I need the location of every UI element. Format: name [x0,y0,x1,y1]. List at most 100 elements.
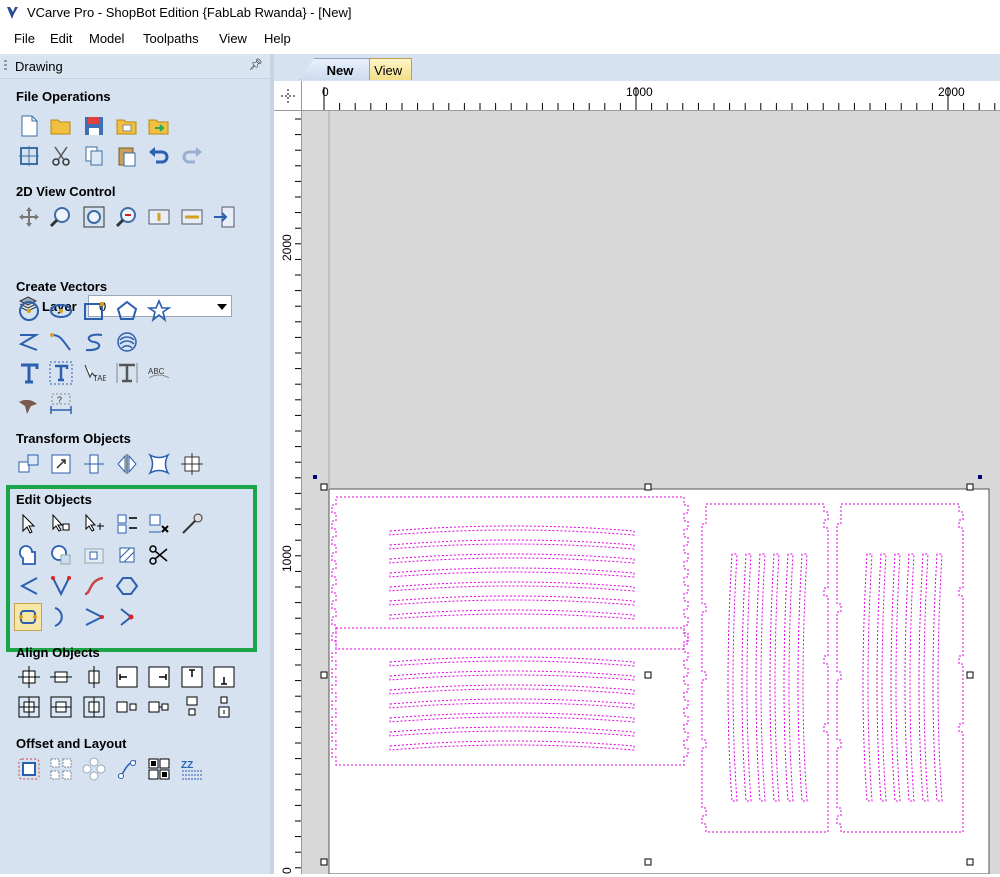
menu-model[interactable]: Model [89,31,124,46]
copy-icon[interactable] [82,144,106,168]
cut-icon[interactable] [49,144,73,168]
text-on-curve-icon[interactable]: TAB [82,361,106,385]
weld-icon[interactable] [17,543,41,567]
save-icon[interactable] [82,114,106,138]
trim-vector-icon[interactable] [115,605,139,629]
align-top-icon[interactable] [180,665,204,689]
center-vertical-material-icon[interactable] [82,695,106,719]
align-left-icon[interactable] [115,665,139,689]
view-left-icon[interactable] [147,205,171,229]
center-in-material-icon[interactable] [17,695,41,719]
scale-icon[interactable] [49,452,73,476]
svg-text:TAB: TAB [93,374,106,383]
draw-bird-icon[interactable] [17,392,41,416]
zoom-icon[interactable] [49,205,73,229]
ruler-origin-icon[interactable] [274,81,302,111]
tab-new[interactable]: New [300,58,370,80]
curve-fit-icon[interactable] [82,574,106,598]
align-horizontal-center-icon[interactable] [49,665,73,689]
align-bottom-icon[interactable] [212,665,236,689]
menu-edit[interactable]: Edit [50,31,72,46]
interactive-transform-icon[interactable] [82,512,106,536]
distribute-left-icon[interactable] [115,695,139,719]
distort-icon[interactable] [147,452,171,476]
chamfer-icon[interactable] [49,574,73,598]
new-file-icon[interactable] [17,114,41,138]
align-center-icon[interactable] [17,665,41,689]
text-arc-icon[interactable]: ABC [147,361,171,385]
star-icon[interactable] [147,299,171,323]
section-offset-and-layout: Offset and Layout [16,736,127,751]
align-vertical-center-icon[interactable] [82,665,106,689]
rectangle-icon[interactable] [82,299,106,323]
auto-layout-text-icon[interactable] [49,361,73,385]
paste-icon[interactable] [115,144,139,168]
nesting-icon[interactable] [147,757,171,781]
hatch-icon[interactable] [115,543,139,567]
polygon-icon[interactable] [115,299,139,323]
delete-selection-icon[interactable] [147,512,171,536]
grip-handle[interactable] [4,60,7,72]
handle-bottom-middle [644,858,652,866]
smart-smooth-icon[interactable] [115,574,139,598]
ellipse-icon[interactable] [49,299,73,323]
drawing-panel: Drawing 📌︎ File Operations 2D View Contr… [0,54,270,874]
center-horizontal-material-icon[interactable] [49,695,73,719]
close-vectors-icon[interactable] [49,605,73,629]
bend-text-icon[interactable] [115,361,139,385]
open-folder-icon[interactable] [49,114,73,138]
distribute-right-icon[interactable] [147,695,171,719]
menu-view[interactable]: View [219,31,247,46]
select-icon[interactable] [17,512,41,536]
measure-icon[interactable] [180,512,204,536]
pin-icon[interactable]: 📌︎ [249,58,263,71]
polyline-icon[interactable] [17,330,41,354]
view-center-icon[interactable] [180,205,204,229]
circular-array-icon[interactable] [82,757,106,781]
join-vectors-icon[interactable] [14,603,42,631]
spline-icon[interactable] [49,330,73,354]
extend-vector-icon[interactable] [82,605,106,629]
copy-along-vector-icon[interactable] [115,757,139,781]
move-icon[interactable] [17,452,41,476]
distribute-bottom-icon[interactable] [212,695,236,719]
bezier-icon[interactable] [82,330,106,354]
undo-icon[interactable] [147,144,171,168]
zoom-out-icon[interactable] [115,205,139,229]
circle-icon[interactable] [17,299,41,323]
node-edit-icon[interactable] [49,512,73,536]
menu-file[interactable]: File [14,31,35,46]
intersect-icon[interactable] [82,543,106,567]
select-similar-icon[interactable] [115,512,139,536]
window-title: VCarve Pro - ShopBot Edition {FabLab Rwa… [27,5,352,20]
distribute-top-icon[interactable] [180,695,204,719]
menu-help[interactable]: Help [264,31,291,46]
rotate-handle-left [313,475,317,479]
import-vectors-icon[interactable] [147,114,171,138]
fillet-icon[interactable] [17,574,41,598]
array-copy-icon[interactable] [49,757,73,781]
trim-scissors-icon[interactable] [147,543,171,567]
chevron-down-icon[interactable] [217,304,227,310]
redo-icon[interactable] [180,144,204,168]
vertical-ruler: 2000 1000 0 [274,111,302,874]
dimension-icon[interactable]: ? [49,392,73,416]
mirror-icon[interactable] [115,452,139,476]
svg-text:ABC: ABC [148,367,165,376]
text-icon[interactable] [17,361,41,385]
open-template-icon[interactable] [115,114,139,138]
pan-icon[interactable] [17,205,41,229]
set-size-icon[interactable] [180,452,204,476]
view-right-icon[interactable] [212,205,236,229]
job-nesting-icon[interactable]: ZZ [180,757,204,781]
zoom-all-icon[interactable] [82,205,106,229]
menu-toolpaths[interactable]: Toolpaths [143,31,199,46]
job-setup-icon[interactable] [17,144,41,168]
rotate-icon[interactable] [82,452,106,476]
subtract-icon[interactable] [49,543,73,567]
ruler-label-h-1000: 1000 [626,85,653,99]
fingerprint-icon[interactable] [115,330,139,354]
drawing-canvas[interactable] [302,111,1000,874]
offset-icon[interactable] [17,757,41,781]
align-right-icon[interactable] [147,665,171,689]
